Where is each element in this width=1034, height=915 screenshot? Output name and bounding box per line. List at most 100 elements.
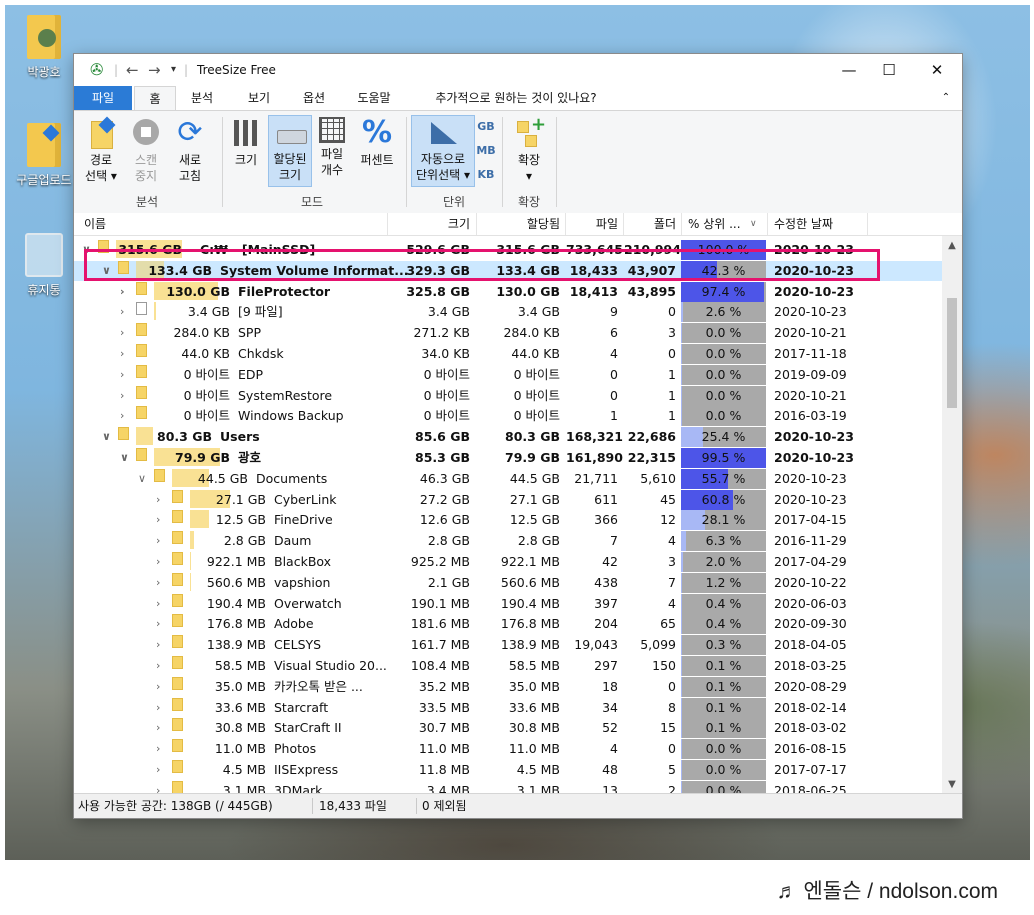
tree-row[interactable]: › 33.6 MB Starcraft 33.5 MB 33.6 MB 34 8 0.1 % 2… (74, 697, 942, 718)
folder-name[interactable]: Visual Studio 20... (274, 656, 387, 676)
sort-dropdown-icon[interactable]: ∨ (750, 213, 757, 235)
chevron-right-icon[interactable]: › (156, 614, 160, 634)
column-divider[interactable] (767, 213, 768, 235)
tree-row[interactable]: › 922.1 MB BlackBox 925.2 MB 922.1 MB 42 3 2.0 … (74, 552, 942, 572)
chevron-down-icon[interactable]: ∨ (102, 427, 111, 447)
size-mode-button[interactable]: 크기 (228, 117, 264, 168)
collapse-ribbon-icon[interactable]: ⌃ (936, 86, 956, 110)
tab-home[interactable]: 홈 (134, 86, 176, 111)
chevron-right-icon[interactable]: › (120, 282, 125, 302)
column-name[interactable]: 이름 (84, 213, 106, 235)
scan-stop-button[interactable]: 스캔 중지 (126, 117, 166, 184)
chevron-right-icon[interactable]: › (156, 573, 160, 593)
auto-unit-button[interactable]: 자동으로 단위선택 ▾ (411, 115, 475, 187)
tab-help[interactable]: 도움말 (349, 86, 399, 110)
folder-name[interactable]: SPP (238, 323, 261, 343)
unit-kb-button[interactable]: KB (476, 167, 496, 183)
tree-row[interactable]: › 27.1 GB CyberLink 27.2 GB 27.1 GB 611 45 60.8… (74, 489, 942, 510)
chevron-right-icon[interactable]: › (156, 718, 160, 738)
folder-name[interactable]: Daum (274, 531, 311, 551)
desktop-icon-user[interactable]: 박광호 (9, 15, 79, 80)
folder-name[interactable]: Overwatch (274, 594, 342, 614)
folder-name[interactable]: Adobe (274, 614, 314, 634)
qat-dropdown-icon[interactable]: ▾ (171, 54, 176, 86)
chevron-right-icon[interactable]: › (156, 677, 160, 697)
folder-name[interactable]: 카카오톡 받은 ... (274, 677, 363, 697)
folder-name[interactable]: [9 파일] (238, 302, 283, 322)
folder-name[interactable]: EDP (238, 365, 263, 385)
tree-row[interactable]: ∨ 79.9 GB 광호 85.3 GB 79.9 GB 161,890 22,315 99.… (74, 448, 942, 468)
tree-row[interactable]: › 0 바이트 Windows Backup 0 바이트 0 바이트 1 1 0.0 % 201… (74, 406, 942, 427)
tab-view[interactable]: 보기 (239, 86, 279, 110)
tree-row[interactable]: › 11.0 MB Photos 11.0 MB 11.0 MB 4 0 0.0 % 2016-… (74, 739, 942, 760)
tree-row[interactable]: › 0 바이트 SystemRestore 0 바이트 0 바이트 0 1 0.0 % 2020… (74, 385, 942, 406)
path-select-button[interactable]: 경로 선택 ▾ (82, 116, 120, 184)
chevron-right-icon[interactable]: › (156, 760, 160, 780)
chevron-down-icon[interactable]: ∨ (120, 448, 129, 468)
unit-gb-button[interactable]: GB (476, 119, 496, 135)
chevron-right-icon[interactable]: › (120, 365, 124, 385)
tree-row[interactable]: › 190.4 MB Overwatch 190.1 MB 190.4 MB 397 4 0.… (74, 593, 942, 614)
tree-row[interactable]: › 30.8 MB StarCraft II 30.7 MB 30.8 MB 52 15 0.… (74, 718, 942, 739)
back-arrow-icon[interactable]: ← (126, 54, 139, 86)
column-percent-parent[interactable]: % 상위 ... (688, 213, 741, 235)
folder-name[interactable]: CyberLink (274, 490, 337, 510)
tree-row[interactable]: › 560.6 MB vapshion 2.1 GB 560.6 MB 438 7 1.2 %… (74, 572, 942, 593)
forward-arrow-icon[interactable]: → (148, 54, 161, 86)
chevron-right-icon[interactable]: › (156, 510, 160, 530)
chevron-right-icon[interactable]: › (120, 344, 124, 364)
chevron-right-icon[interactable]: › (156, 490, 160, 510)
tell-me-search[interactable]: 추가적으로 원하는 것이 있나요? (416, 86, 616, 110)
unit-mb-button[interactable]: MB (476, 143, 496, 159)
folder-name[interactable]: Documents (256, 469, 327, 489)
percent-mode-button[interactable]: % 퍼센트 (354, 117, 400, 168)
column-divider[interactable] (867, 213, 868, 235)
tree-row[interactable]: › 12.5 GB FineDrive 12.6 GB 12.5 GB 366 12 28.1… (74, 510, 942, 531)
folder-tree-list[interactable]: ∨ 315.6 GB C:₩ - [MainSSD] 529.6 GB 315.6 GB… (74, 236, 942, 794)
tree-row[interactable]: ∨ 44.5 GB Documents 46.3 GB 44.5 GB 21,711 5,6… (74, 468, 942, 489)
chevron-right-icon[interactable]: › (120, 302, 124, 322)
tree-row[interactable]: ∨ 80.3 GB Users 85.6 GB 80.3 GB 168,321 22,686… (74, 427, 942, 448)
tree-row[interactable]: › 35.0 MB 카카오톡 받은 ... 35.2 MB 35.0 MB 18 0 0.1 … (74, 676, 942, 697)
folder-name[interactable]: IISExpress (274, 760, 338, 780)
tab-options[interactable]: 옵션 (294, 86, 334, 110)
folder-name[interactable]: FileProtector (238, 282, 330, 302)
tree-row[interactable]: › 130.0 GB FileProtector 325.8 GB 130.0 GB 18… (74, 281, 942, 302)
chevron-down-icon[interactable]: ∨ (138, 469, 146, 489)
tree-row[interactable]: › 176.8 MB Adobe 181.6 MB 176.8 MB 204 65 0.4 %… (74, 614, 942, 635)
tree-row[interactable]: › 2.8 GB Daum 2.8 GB 2.8 GB 7 4 6.3 % 2016-11-29 (74, 531, 942, 552)
folder-name[interactable]: StarCraft II (274, 718, 342, 738)
tree-row[interactable]: › 284.0 KB SPP 271.2 KB 284.0 KB 6 3 0.0 % 2020-… (74, 323, 942, 344)
folder-name[interactable]: Windows Backup (238, 406, 344, 426)
column-divider[interactable] (681, 213, 682, 235)
folder-name[interactable]: BlackBox (274, 552, 331, 572)
desktop-icon-upload[interactable]: 구글업로드 (9, 123, 79, 188)
chevron-right-icon[interactable]: › (156, 594, 160, 614)
file-count-button[interactable]: 파일 개수 (314, 117, 350, 178)
maximize-button[interactable]: ☐ (866, 54, 912, 86)
chevron-right-icon[interactable]: › (120, 406, 124, 426)
chevron-right-icon[interactable]: › (156, 531, 160, 551)
folder-name[interactable]: FineDrive (274, 510, 333, 530)
close-button[interactable]: ✕ (914, 54, 960, 86)
folder-name[interactable]: SystemRestore (238, 386, 332, 406)
expand-button[interactable]: + 확장 ▾ (508, 116, 550, 184)
scroll-up-arrow-icon[interactable]: ▲ (942, 240, 962, 251)
chevron-right-icon[interactable]: › (156, 635, 160, 655)
column-allocated[interactable]: 할당됨 (477, 213, 560, 235)
column-size[interactable]: 크기 (388, 213, 470, 235)
tree-row[interactable]: › 0 바이트 EDP 0 바이트 0 바이트 0 1 0.0 % 2019-09-09 (74, 364, 942, 385)
refresh-button[interactable]: ⟳ 새로 고침 (170, 117, 210, 184)
chevron-right-icon[interactable]: › (156, 552, 160, 572)
tree-row[interactable]: › 58.5 MB Visual Studio 20... 108.4 MB 58.5 … (74, 656, 942, 676)
chevron-right-icon[interactable]: › (156, 656, 160, 676)
tab-file[interactable]: 파일 (74, 86, 132, 110)
folder-name[interactable]: Starcraft (274, 698, 328, 718)
folder-name[interactable]: Users (220, 427, 260, 447)
tree-row[interactable]: › 138.9 MB CELSYS 161.7 MB 138.9 MB 19,043 5,0… (74, 635, 942, 656)
chevron-right-icon[interactable]: › (156, 739, 160, 759)
chevron-right-icon[interactable]: › (120, 323, 124, 343)
folder-name[interactable]: 광호 (238, 448, 261, 468)
scroll-down-arrow-icon[interactable]: ▼ (942, 779, 962, 790)
tree-row[interactable]: › 4.5 MB IISExpress 11.8 MB 4.5 MB 48 5 0.0 % 20… (74, 760, 942, 780)
